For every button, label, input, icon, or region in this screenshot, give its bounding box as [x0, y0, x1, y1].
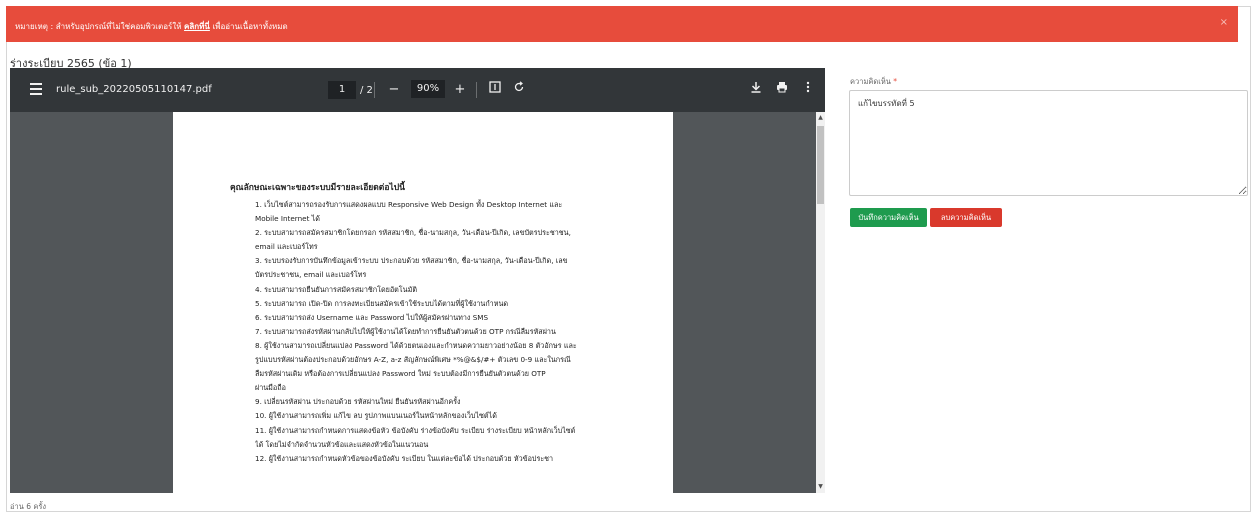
pdf-body: 1. เว็บไซต์สามารถรองรับการแสดงผลแบบ Resp… — [255, 198, 635, 466]
pdf-line: 12. ผู้ใช้งานสามารถกำหนดหัวข้อของข้อบังค… — [255, 453, 554, 463]
pdf-line: email และเบอร์โทร — [255, 242, 318, 252]
print-icon[interactable] — [772, 80, 792, 100]
alert-message: หมายเหตุ : สำหรับอุปกรณ์ที่ไม่ใช่คอมพิวเ… — [15, 20, 288, 33]
pdf-line: ผ่านมือถือ — [255, 383, 286, 393]
plus-icon[interactable]: + — [450, 80, 470, 100]
pdf-line: รูปแบบรหัสผ่านต้องประกอบด้วยอักษร A-Z, a… — [255, 355, 571, 365]
download-icon[interactable] — [746, 80, 766, 100]
fit-page-icon[interactable] — [485, 80, 505, 100]
pdf-line: 6. ระบบสามารถส่ง Username และ Password ไ… — [255, 312, 489, 322]
pdf-line: 7. ระบบสามารถส่งรหัสผ่านกลับไปให้ผู้ใช้ง… — [255, 326, 556, 336]
pdf-heading: คุณลักษณะเฉพาะของระบบมีรายละเอียดต่อไปนี… — [230, 183, 405, 193]
pdf-line: ได้ โดยไม่จำกัดจำนวนหัวข้อและแสดงหัวข้อใ… — [255, 439, 429, 449]
pdf-line: บัตรประชาชน, email และเบอร์โทร — [255, 270, 367, 280]
toolbar-divider — [476, 82, 477, 98]
pdf-line: 8. ผู้ใช้งานสามารถเปลี่ยนแปลง Password ไ… — [255, 340, 577, 350]
comment-label: ความคิดเห็น * — [850, 76, 897, 88]
pdf-line: 3. ระบบรองรับการบันทึกข้อมูลเข้าระบบ ประ… — [255, 256, 568, 266]
page-indicator: 1 / 2 — [328, 79, 373, 101]
save-comment-button[interactable]: บันทึกความคิดเห็น — [850, 208, 927, 227]
scroll-up-icon[interactable]: ▲ — [817, 114, 824, 122]
pdf-line: 11. ผู้ใช้งานสามารถกำหนดการแสดงข้อหัว ข้… — [255, 425, 576, 435]
pdf-line: 10. ผู้ใช้งานสามารถเพิ่ม แก้ไข ลบ รูปภาพ… — [255, 411, 497, 421]
alert-link[interactable]: คลิกที่นี่ — [184, 22, 210, 31]
page-total: / 2 — [360, 84, 373, 96]
alert-message-suffix: เพื่ออ่านเนื้อหาทั้งหมด — [212, 22, 288, 31]
pdf-line: 5. ระบบสามารถ เปิด-ปิด การลงทะเบียนสมัคร… — [255, 298, 509, 308]
more-vert-icon[interactable] — [798, 80, 818, 100]
pdf-page: คุณลักษณะเฉพาะของระบบมีรายละเอียดต่อไปนี… — [173, 112, 673, 493]
pdf-viewer: rule_sub_20220505110147.pdf 1 / 2 − 90% … — [10, 68, 825, 493]
pdf-filename: rule_sub_20220505110147.pdf — [56, 84, 212, 95]
minus-icon[interactable]: − — [384, 80, 404, 100]
comment-textarea[interactable]: แก้ไขบรรทัดที่ 5 — [849, 90, 1248, 196]
pdf-line: 1. เว็บไซต์สามารถรองรับการแสดงผลแบบ Resp… — [255, 200, 563, 209]
pdf-line: 9. เปลี่ยนรหัสผ่าน ประกอบด้วย รหัสผ่านให… — [255, 397, 461, 407]
scroll-down-icon[interactable]: ▼ — [817, 483, 824, 491]
alert-banner: หมายเหตุ : สำหรับอุปกรณ์ที่ไม่ใช่คอมพิวเ… — [6, 6, 1238, 42]
required-mark: * — [893, 77, 898, 86]
menu-icon[interactable] — [30, 83, 42, 95]
read-count: อ่าน 6 ครั้ง — [10, 502, 47, 511]
pdf-line: Mobile Internet ได้ — [255, 214, 320, 224]
pdf-line: 2. ระบบสามารถสมัครสมาชิกโดยกรอก รหัสสมาช… — [255, 228, 571, 238]
pdf-line: ลืมรหัสผ่านเดิม หรือต้องการเปลี่ยนแปลง P… — [255, 369, 546, 379]
delete-comment-button[interactable]: ลบความคิดเห็น — [930, 208, 1002, 227]
alert-message-prefix: หมายเหตุ : สำหรับอุปกรณ์ที่ไม่ใช่คอมพิวเ… — [15, 22, 182, 31]
rotate-icon[interactable] — [509, 80, 529, 100]
close-icon[interactable]: × — [1220, 17, 1228, 28]
pdf-toolbar: rule_sub_20220505110147.pdf 1 / 2 − 90% … — [10, 68, 825, 112]
pdf-line: 4. ระบบสามารถยืนยันการสมัครสมาชิกโดยอัตโ… — [255, 284, 417, 294]
page-number-input[interactable]: 1 — [328, 81, 356, 99]
comment-label-text: ความคิดเห็น — [850, 77, 891, 86]
pdf-scrollbar[interactable]: ▲ ▼ — [816, 112, 825, 493]
toolbar-divider — [374, 82, 375, 98]
zoom-input[interactable]: 90% — [411, 80, 445, 98]
scrollbar-thumb[interactable] — [817, 126, 824, 204]
